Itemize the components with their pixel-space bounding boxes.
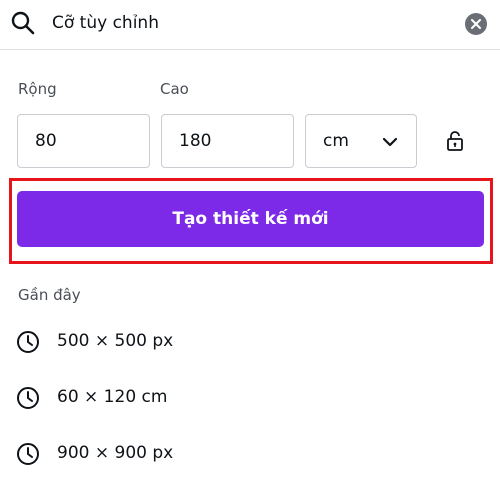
height-input[interactable] — [162, 115, 293, 167]
clock-icon — [17, 331, 39, 353]
unlock-icon[interactable] — [446, 130, 464, 152]
close-icon — [471, 19, 481, 29]
width-input[interactable] — [18, 115, 149, 167]
recent-item[interactable]: 500 × 500 px — [0, 320, 500, 364]
width-field-box — [17, 114, 150, 168]
clock-icon — [17, 443, 39, 465]
clock-icon — [17, 387, 39, 409]
chevron-down-icon — [382, 137, 398, 147]
recent-item-label: 500 × 500 px — [57, 331, 174, 351]
unit-selected-value: cm — [323, 131, 349, 151]
width-label: Rộng — [18, 80, 57, 98]
recent-item[interactable]: 900 × 900 px — [0, 432, 500, 476]
recent-item-label: 60 × 120 cm — [57, 387, 168, 407]
recent-item[interactable]: 60 × 120 cm — [0, 376, 500, 420]
search-input[interactable] — [52, 8, 442, 38]
search-bar — [0, 0, 500, 50]
create-new-design-button[interactable]: Tạo thiết kế mới — [17, 191, 484, 247]
search-icon — [11, 11, 35, 35]
recent-item-label: 900 × 900 px — [57, 443, 174, 463]
recent-section-title: Gần đây — [18, 286, 81, 304]
height-field-box — [161, 114, 294, 168]
height-label: Cao — [160, 80, 189, 98]
unit-select[interactable]: cm — [305, 114, 417, 168]
clear-search-button[interactable] — [465, 13, 487, 35]
